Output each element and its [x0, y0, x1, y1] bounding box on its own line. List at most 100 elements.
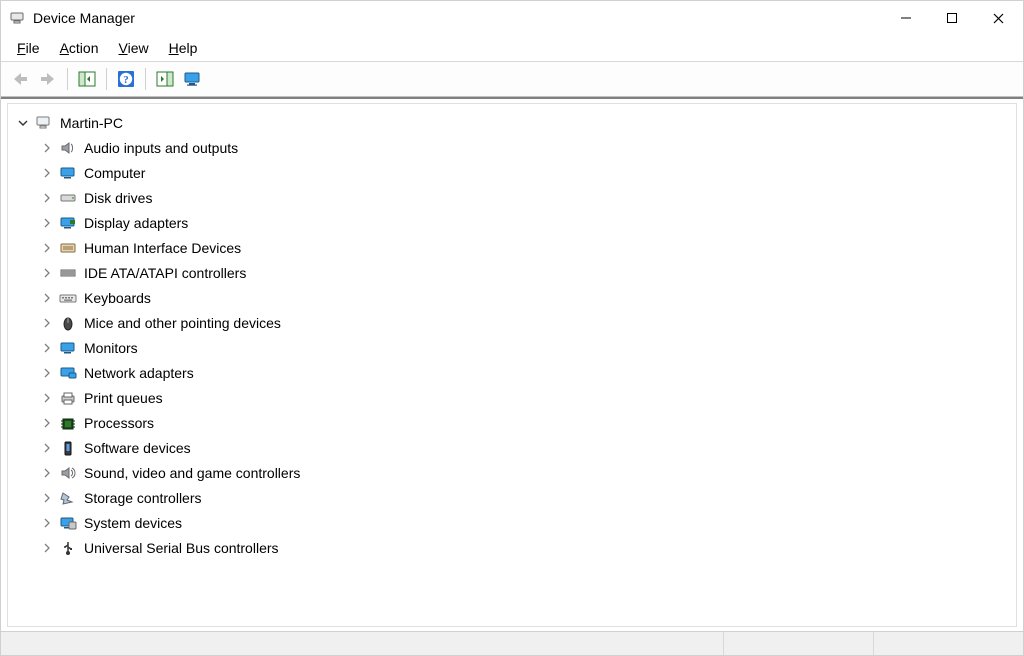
tree-node[interactable]: Storage controllers — [12, 485, 1012, 510]
chevron-right-icon[interactable] — [40, 241, 54, 255]
toolbar-separator — [145, 68, 146, 90]
menu-view[interactable]: View — [109, 38, 159, 58]
menu-help[interactable]: Help — [159, 38, 208, 58]
tree-node[interactable]: Network adapters — [12, 360, 1012, 385]
tree-node-label: Human Interface Devices — [84, 236, 241, 260]
close-button[interactable] — [975, 3, 1021, 33]
disk-icon — [58, 189, 78, 207]
tree-node[interactable]: Sound, video and game controllers — [12, 460, 1012, 485]
chevron-right-icon[interactable] — [40, 166, 54, 180]
toolbar-scan-hardware-button[interactable] — [152, 66, 178, 92]
tree-node[interactable]: Computer — [12, 160, 1012, 185]
menu-file[interactable]: File — [7, 38, 50, 58]
monitor-icon — [58, 339, 78, 357]
computer-node-icon — [34, 114, 54, 132]
chevron-right-icon[interactable] — [40, 541, 54, 555]
tree-node-label: Software devices — [84, 436, 191, 460]
toolbar-separator — [106, 68, 107, 90]
printer-icon — [58, 389, 78, 407]
tree-node-label: Audio inputs and outputs — [84, 136, 238, 160]
chevron-right-icon[interactable] — [40, 516, 54, 530]
content-top-border — [1, 97, 1023, 99]
window-title: Device Manager — [33, 10, 883, 26]
tree-node[interactable]: Keyboards — [12, 285, 1012, 310]
tree-node[interactable]: IDE ATA/ATAPI controllers — [12, 260, 1012, 285]
titlebar: Device Manager — [1, 1, 1023, 35]
toolbar-forward-button[interactable] — [35, 66, 61, 92]
toolbar-separator — [67, 68, 68, 90]
status-pane — [723, 632, 873, 655]
tree-node[interactable]: System devices — [12, 510, 1012, 535]
toolbar-showhide-tree-button[interactable] — [74, 66, 100, 92]
computer-icon — [58, 164, 78, 182]
device-tree: Martin-PC Audio inputs and outputsComput… — [12, 110, 1012, 560]
menubar: File Action View Help — [1, 35, 1023, 61]
tree-node[interactable]: Mice and other pointing devices — [12, 310, 1012, 335]
tree-root-node[interactable]: Martin-PC — [12, 110, 1012, 135]
tree-node[interactable]: Universal Serial Bus controllers — [12, 535, 1012, 560]
tree-node-label: Network adapters — [84, 361, 194, 385]
app-icon — [9, 10, 25, 26]
chevron-right-icon[interactable] — [40, 391, 54, 405]
tree-node-label: Monitors — [84, 336, 138, 360]
toolbar: ? — [1, 61, 1023, 97]
chevron-right-icon[interactable] — [40, 191, 54, 205]
tree-node[interactable]: Processors — [12, 410, 1012, 435]
tree-node-label: Display adapters — [84, 211, 188, 235]
sound-icon — [58, 464, 78, 482]
chevron-right-icon[interactable] — [40, 466, 54, 480]
status-pane — [1, 632, 723, 655]
keyboard-icon — [58, 289, 78, 307]
software-device-icon — [58, 439, 78, 457]
tree-node[interactable]: Display adapters — [12, 210, 1012, 235]
display-adapter-icon — [58, 214, 78, 232]
toolbar-display-button[interactable] — [180, 66, 206, 92]
tree-node[interactable]: Monitors — [12, 335, 1012, 360]
tree-node[interactable]: Human Interface Devices — [12, 235, 1012, 260]
tree-node[interactable]: Print queues — [12, 385, 1012, 410]
chevron-right-icon[interactable] — [40, 491, 54, 505]
usb-icon — [58, 539, 78, 557]
window-buttons — [883, 3, 1021, 33]
tree-node-label: Processors — [84, 411, 154, 435]
mouse-icon — [58, 314, 78, 332]
system-icon — [58, 514, 78, 532]
tree-node-label: Keyboards — [84, 286, 151, 310]
menu-action[interactable]: Action — [50, 38, 109, 58]
tree-node-label: Computer — [84, 161, 145, 185]
chevron-right-icon[interactable] — [40, 216, 54, 230]
tree-node-label: Storage controllers — [84, 486, 202, 510]
tree-node[interactable]: Software devices — [12, 435, 1012, 460]
chevron-right-icon[interactable] — [40, 266, 54, 280]
tree-node-label: Universal Serial Bus controllers — [84, 536, 279, 560]
status-pane — [873, 632, 1023, 655]
tree-node[interactable]: Disk drives — [12, 185, 1012, 210]
tree-node[interactable]: Audio inputs and outputs — [12, 135, 1012, 160]
tree-node-label: Disk drives — [84, 186, 152, 210]
toolbar-help-button[interactable]: ? — [113, 66, 139, 92]
tree-node-label: Print queues — [84, 386, 163, 410]
storage-icon — [58, 489, 78, 507]
device-tree-pane[interactable]: Martin-PC Audio inputs and outputsComput… — [7, 103, 1017, 627]
tree-node-label: Sound, video and game controllers — [84, 461, 300, 485]
chevron-right-icon[interactable] — [40, 441, 54, 455]
chevron-right-icon[interactable] — [40, 316, 54, 330]
minimize-button[interactable] — [883, 3, 929, 33]
toolbar-back-button[interactable] — [7, 66, 33, 92]
maximize-button[interactable] — [929, 3, 975, 33]
statusbar — [1, 631, 1023, 655]
processor-icon — [58, 414, 78, 432]
tree-node-label: Mice and other pointing devices — [84, 311, 281, 335]
chevron-right-icon[interactable] — [40, 141, 54, 155]
ide-icon — [58, 264, 78, 282]
chevron-right-icon[interactable] — [40, 341, 54, 355]
chevron-right-icon[interactable] — [40, 366, 54, 380]
network-icon — [58, 364, 78, 382]
audio-icon — [58, 139, 78, 157]
chevron-right-icon[interactable] — [40, 416, 54, 430]
tree-node-label: IDE ATA/ATAPI controllers — [84, 261, 246, 285]
hid-icon — [58, 239, 78, 257]
tree-node-label: Martin-PC — [60, 111, 123, 135]
chevron-right-icon[interactable] — [40, 291, 54, 305]
chevron-down-icon[interactable] — [16, 116, 30, 130]
